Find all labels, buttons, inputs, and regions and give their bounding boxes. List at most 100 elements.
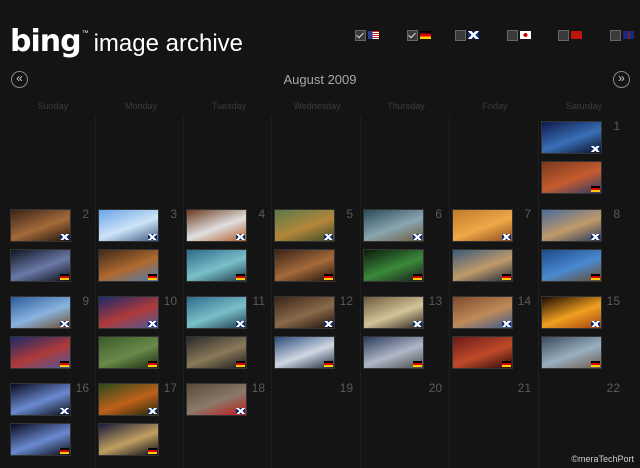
uk-flag-icon: [413, 321, 422, 327]
de-flag-icon: [324, 361, 333, 367]
wallpaper-thumbnail[interactable]: [98, 423, 159, 456]
wallpaper-thumbnail[interactable]: [10, 249, 71, 282]
day-number: 20: [428, 381, 442, 395]
checkbox-de-de[interactable]: [407, 29, 418, 41]
wallpaper-thumbnail[interactable]: [541, 121, 602, 154]
month-label: August 2009: [283, 72, 357, 87]
day-cell-16: 16: [5, 377, 93, 463]
filter-en-us[interactable]: [355, 28, 379, 42]
day-number: 16: [75, 381, 89, 395]
wallpaper-thumbnail[interactable]: [452, 296, 513, 329]
de-flag-icon: [148, 361, 157, 367]
day-number: 7: [524, 207, 531, 221]
de-flag-icon: [148, 448, 157, 454]
day-cell-17: 17: [93, 377, 181, 463]
day-number: 19: [339, 381, 353, 395]
de-flag-icon: [591, 186, 600, 192]
de-flag-icon: [413, 274, 422, 280]
weekday-header: Sunday Monday Tuesday Wednesday Thursday Frid…: [0, 101, 640, 115]
au-flag-icon: [623, 31, 634, 39]
day-cell-20: 20: [358, 377, 446, 463]
de-flag-icon: [502, 361, 511, 367]
uk-flag-icon: [60, 408, 69, 414]
day-cell-3: 3: [93, 203, 181, 289]
de-flag-icon: [236, 361, 245, 367]
day-number: 15: [606, 294, 620, 308]
day-cell-7: 7: [447, 203, 535, 289]
us-flag-icon: [368, 31, 379, 39]
wallpaper-thumbnail[interactable]: [274, 296, 335, 329]
wallpaper-thumbnail[interactable]: [10, 336, 71, 369]
day-number: 18: [251, 381, 265, 395]
wallpaper-thumbnail[interactable]: [274, 209, 335, 242]
filter-en-au[interactable]: [610, 28, 634, 42]
wallpaper-thumbnail[interactable]: [541, 296, 602, 329]
wallpaper-thumbnail[interactable]: [10, 296, 71, 329]
weekday-thursday: Thursday: [387, 101, 425, 111]
wallpaper-thumbnail[interactable]: [452, 209, 513, 242]
wallpaper-thumbnail[interactable]: [363, 209, 424, 242]
wallpaper-thumbnail[interactable]: [98, 209, 159, 242]
checkbox-en-gb[interactable]: [455, 29, 466, 41]
checkbox-ja-jp[interactable]: [507, 29, 518, 41]
wallpaper-thumbnail[interactable]: [98, 296, 159, 329]
weekday-saturday: Saturday: [565, 101, 603, 111]
next-month-button[interactable]: »: [613, 71, 630, 88]
wallpaper-thumbnail[interactable]: [10, 383, 71, 416]
day-cell-14: 14: [447, 290, 535, 376]
logo-wordmark: bing: [10, 24, 82, 59]
wallpaper-thumbnail[interactable]: [541, 249, 602, 282]
filter-en-gb[interactable]: [455, 28, 479, 42]
wallpaper-thumbnail[interactable]: [541, 209, 602, 242]
uk-flag-icon: [60, 234, 69, 240]
wallpaper-thumbnail[interactable]: [10, 209, 71, 242]
checkbox-en-au[interactable]: [610, 29, 621, 41]
wallpaper-thumbnail[interactable]: [186, 209, 247, 242]
wallpaper-thumbnail[interactable]: [186, 249, 247, 282]
uk-flag-icon: [591, 234, 600, 240]
day-number: 5: [346, 207, 353, 221]
day-cell-9: 9: [5, 290, 93, 376]
wallpaper-thumbnail[interactable]: [363, 296, 424, 329]
weekday-sunday: Sunday: [37, 101, 69, 111]
wallpaper-thumbnail[interactable]: [274, 249, 335, 282]
wallpaper-thumbnail[interactable]: [363, 336, 424, 369]
wallpaper-thumbnail[interactable]: [541, 336, 602, 369]
day-number: 11: [252, 294, 265, 308]
day-cell-11: 11: [181, 290, 269, 376]
day-number: 22: [606, 381, 620, 395]
day-cell-22: 22: [536, 377, 624, 463]
wallpaper-thumbnail[interactable]: [363, 249, 424, 282]
wallpaper-thumbnail[interactable]: [274, 336, 335, 369]
uk-flag-icon: [60, 321, 69, 327]
wallpaper-thumbnail[interactable]: [10, 423, 71, 456]
wallpaper-thumbnail[interactable]: [186, 296, 247, 329]
day-cell-13: 13: [358, 290, 446, 376]
calendar-grid: 1 2 3 4 5 6 7 8 9 10 11 12 13 14 15 16 17 18 19 20 21 22: [0, 115, 640, 468]
wallpaper-thumbnail[interactable]: [98, 336, 159, 369]
wallpaper-thumbnail[interactable]: [452, 249, 513, 282]
checkbox-zh-cn[interactable]: [558, 29, 569, 41]
bing-logo[interactable]: bing ™ image archive: [10, 26, 243, 58]
filter-zh-cn[interactable]: [558, 28, 582, 42]
filter-de-de[interactable]: [407, 28, 431, 42]
wallpaper-thumbnail[interactable]: [186, 336, 247, 369]
wallpaper-thumbnail[interactable]: [186, 383, 247, 416]
wallpaper-thumbnail[interactable]: [541, 161, 602, 194]
wallpaper-thumbnail[interactable]: [98, 249, 159, 282]
uk-flag-icon: [502, 234, 511, 240]
filter-ja-jp[interactable]: [507, 28, 531, 42]
wallpaper-thumbnail[interactable]: [98, 383, 159, 416]
de-flag-icon: [591, 274, 600, 280]
wallpaper-thumbnail[interactable]: [452, 336, 513, 369]
day-number: 4: [258, 207, 265, 221]
day-cell-15: 15: [536, 290, 624, 376]
uk-flag-icon: [236, 321, 245, 327]
uk-flag-icon: [148, 234, 157, 240]
de-flag-icon: [148, 274, 157, 280]
de-flag-icon: [60, 274, 69, 280]
de-flag-icon: [591, 361, 600, 367]
checkbox-en-us[interactable]: [355, 29, 366, 41]
cn-flag-icon: [571, 31, 582, 39]
day-number: 3: [170, 207, 177, 221]
